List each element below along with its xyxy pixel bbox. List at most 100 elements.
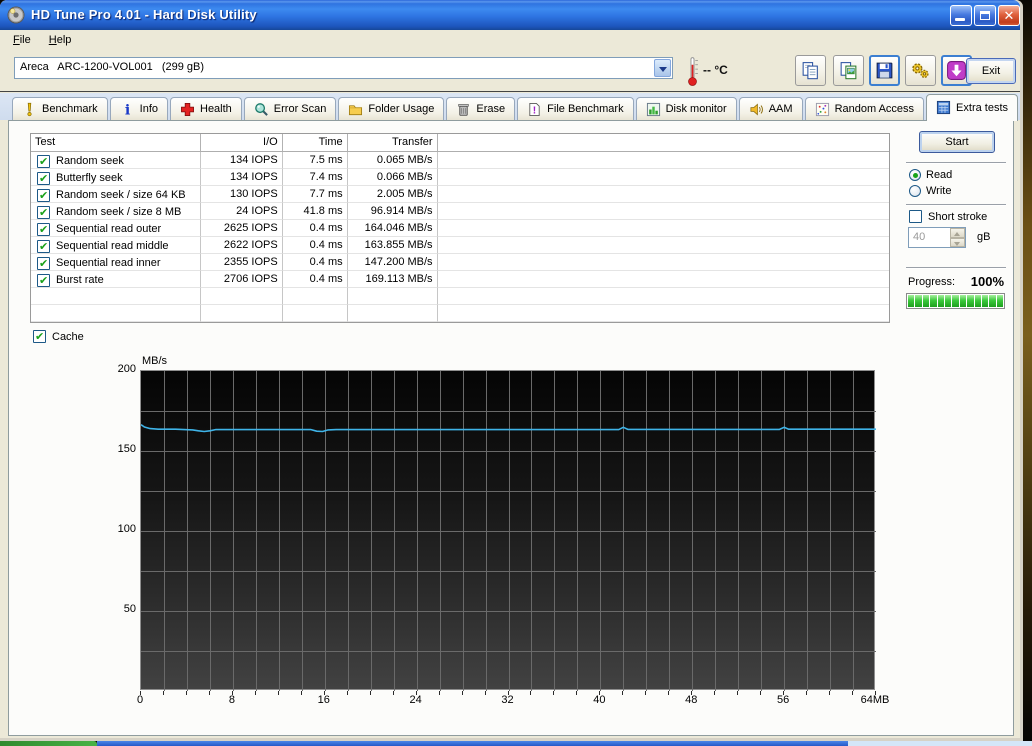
tab-label: Health (200, 103, 232, 115)
x-tick-label: 40 (593, 694, 606, 706)
test-io: 2625 IOPS (200, 220, 283, 237)
tab-label: Extra tests (956, 101, 1009, 114)
cache-chart-plot (140, 370, 876, 691)
test-checkbox[interactable] (37, 171, 50, 185)
x-tick (553, 691, 554, 695)
minimize-icon (955, 18, 965, 21)
window-title: HD Tune Pro 4.01 - Hard Disk Utility (31, 7, 257, 22)
drive-selector[interactable]: Areca ARC-1200-VOL001 (299 gB) (14, 57, 673, 79)
menu-help[interactable]: Help (40, 31, 81, 48)
tab-benchmark[interactable]: Benchmark (12, 97, 108, 120)
test-name: Sequential read inner (56, 257, 161, 269)
save-button[interactable] (869, 55, 900, 86)
x-tick (347, 691, 348, 695)
short-stroke-size-spinner[interactable]: 40 (908, 227, 966, 248)
drive-selector-arrow-button[interactable] (654, 59, 671, 77)
test-checkbox[interactable] (37, 222, 50, 236)
test-cell: Random seek / size 64 KB (31, 186, 201, 203)
test-checkbox[interactable] (37, 154, 50, 168)
cache-line-chart (141, 371, 876, 691)
erase-icon (456, 102, 471, 117)
svg-text:!: ! (533, 105, 536, 116)
test-cell: Burst rate (31, 271, 201, 288)
progress-segment (937, 295, 944, 307)
table-row: Sequential read middle 2622 IOPS0.4 ms163… (31, 237, 889, 254)
options-button[interactable] (905, 55, 936, 86)
test-checkbox[interactable] (37, 188, 50, 202)
test-transfer: 96.914 MB/s (347, 203, 438, 220)
test-checkbox[interactable] (37, 239, 50, 253)
test-time: 41.8 ms (282, 203, 348, 220)
read-radio[interactable] (909, 169, 921, 181)
start-button[interactable]: Start (919, 131, 995, 153)
tab-disk-monitor[interactable]: Disk monitor (635, 97, 737, 120)
table-row: Sequential read inner 2355 IOPS0.4 ms147.… (31, 254, 889, 271)
svg-text:i: i (124, 102, 129, 116)
test-cell: Sequential read outer (31, 220, 201, 237)
y-tick-label: 200 (117, 363, 136, 375)
tab-error-scan[interactable]: Error Scan (243, 97, 337, 120)
tab-extra-tests[interactable]: Extra tests (926, 94, 1019, 121)
test-time: 0.4 ms (282, 237, 348, 254)
table-row: Burst rate 2706 IOPS0.4 ms169.113 MB/s (31, 271, 889, 288)
test-io: 134 IOPS (200, 152, 283, 169)
filler-cell (437, 237, 889, 254)
tab-label: File Benchmark (547, 103, 624, 115)
filler-cell (437, 152, 889, 169)
table-row: Sequential read outer 2625 IOPS0.4 ms164.… (31, 220, 889, 237)
column-header-filler (437, 134, 889, 152)
exit-button[interactable]: Exit (966, 58, 1016, 84)
close-button[interactable]: ✕ (998, 5, 1020, 26)
short-stroke-checkbox[interactable] (909, 210, 922, 223)
tab-label: Erase (476, 103, 506, 115)
progress-segment (952, 295, 959, 307)
tab-aam[interactable]: AAM (738, 97, 803, 120)
copy-image-button[interactable] (833, 55, 864, 86)
x-tick (622, 691, 623, 695)
minimize-button[interactable] (950, 5, 972, 26)
toolbar: Areca ARC-1200-VOL001 (299 gB) -- °C Exi… (0, 50, 1020, 92)
aam-icon (749, 102, 764, 117)
filler-cell (437, 203, 889, 220)
copy-text-button[interactable] (795, 55, 826, 86)
x-tick (737, 691, 738, 695)
x-tick (806, 691, 807, 695)
empty-cell (31, 288, 201, 305)
cache-checkbox[interactable] (33, 330, 46, 343)
x-tick (530, 691, 531, 695)
spinner-up-icon[interactable] (950, 228, 965, 238)
test-name: Burst rate (56, 274, 104, 286)
start-button-sliver[interactable] (0, 741, 97, 746)
extra-tests-icon (936, 100, 951, 115)
y-tick-label: 150 (117, 443, 136, 455)
taskbar-tray (848, 741, 1032, 746)
spinner-down-icon[interactable] (950, 237, 965, 247)
copy-icon (800, 60, 821, 81)
health-icon (180, 102, 195, 117)
y-tick-label: 100 (117, 523, 136, 535)
read-radio-label: Read (926, 169, 953, 181)
empty-cell (282, 288, 348, 305)
tab-info[interactable]: i Info (109, 97, 168, 120)
x-tick (645, 691, 646, 695)
tab-health[interactable]: Health (170, 97, 242, 120)
tab-file-benchmark[interactable]: ! File Benchmark (517, 97, 634, 120)
test-name: Sequential read outer (56, 223, 162, 235)
test-checkbox[interactable] (37, 256, 50, 270)
restore-button[interactable] (974, 5, 996, 26)
column-header-i-o: I/O (200, 134, 283, 152)
menu-file[interactable]: File (4, 31, 40, 48)
test-checkbox[interactable] (37, 205, 50, 219)
test-cell: Sequential read middle (31, 237, 201, 254)
separator (906, 204, 1006, 206)
titlebar[interactable]: HD Tune Pro 4.01 - Hard Disk Utility ✕ (0, 0, 1020, 30)
test-checkbox[interactable] (37, 273, 50, 287)
tab-erase[interactable]: Erase (446, 97, 516, 120)
progress-segment (974, 295, 981, 307)
save-icon (874, 60, 895, 81)
write-radio[interactable] (909, 185, 921, 197)
tab-random-access[interactable]: Random Access (804, 97, 925, 120)
tab-folder-usage[interactable]: Folder Usage (338, 97, 445, 120)
column-header-time: Time (282, 134, 348, 152)
column-header-test: Test (31, 134, 201, 152)
